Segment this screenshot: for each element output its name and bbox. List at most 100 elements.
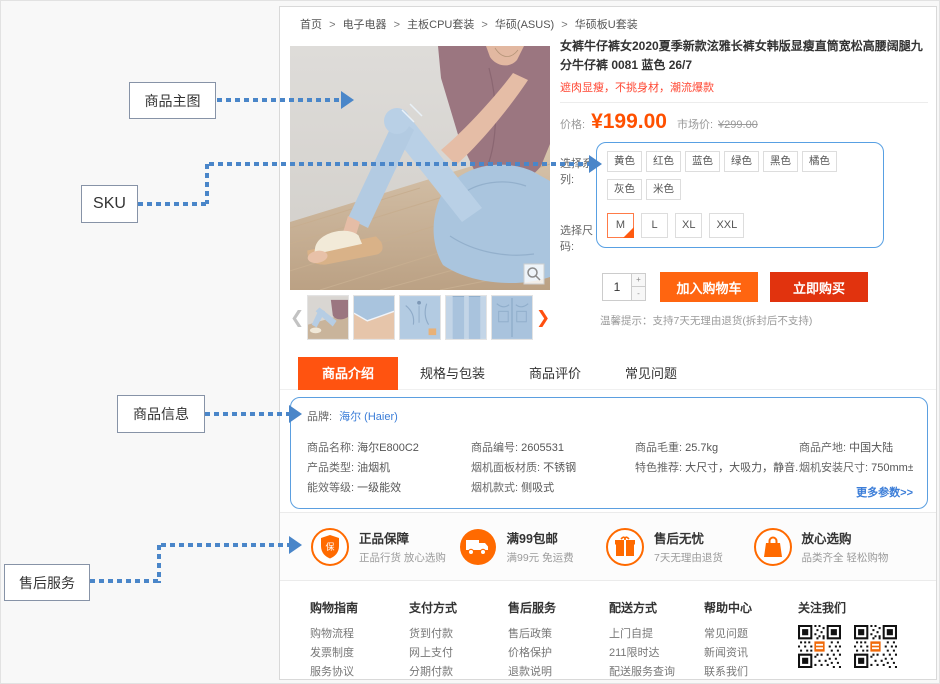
product-info-box: 品牌: 海尔 (Haier) 商品名称: 海尔E800C2产品类型: 油烟机能效… xyxy=(290,397,928,509)
thumbs-prev-icon[interactable]: ❮ xyxy=(290,295,304,340)
annotation-main-image: 商品主图 xyxy=(129,82,216,119)
footer-link[interactable]: 上门自提 xyxy=(609,625,704,644)
thumbnail-5[interactable] xyxy=(491,295,533,340)
quantity-stepper: + - xyxy=(602,273,646,301)
thumbnail-1[interactable] xyxy=(307,295,349,340)
breadcrumb-home[interactable]: 首页 xyxy=(300,19,322,31)
series-option[interactable]: 绿色 xyxy=(724,151,759,172)
product-page-panel: 首页 > 电子电器 > 主板CPU套装 > 华硕(ASUS) > 华硕板U套装 xyxy=(279,6,937,680)
footer-link[interactable]: 211限时达 xyxy=(609,644,704,663)
quantity-decrease-button[interactable]: - xyxy=(632,287,646,301)
breadcrumb-separator: > xyxy=(329,19,335,31)
breadcrumb-brand[interactable]: 华硕(ASUS) xyxy=(495,19,554,31)
selling-point: 遮肉显瘦，不挑身材，潮流爆款 xyxy=(560,79,928,95)
footer-link[interactable]: 价格保护 xyxy=(508,644,609,663)
thumbnail-2[interactable] xyxy=(353,295,395,340)
qr-code-weibo xyxy=(854,625,897,668)
breadcrumb-subcategory[interactable]: 主板CPU套装 xyxy=(407,19,474,31)
annotation-line xyxy=(209,162,589,166)
tab-specs-packaging[interactable]: 规格与包装 xyxy=(398,357,507,390)
purchase-row: + - 加入购物车 立即购买 xyxy=(602,272,928,302)
size-options: M L XL XXL xyxy=(607,209,744,254)
annotation-line xyxy=(161,543,289,547)
series-option[interactable]: 蓝色 xyxy=(685,151,720,172)
size-label: 选择尺码: xyxy=(560,209,598,254)
footer-link[interactable]: 常见问题 xyxy=(704,625,798,644)
thumbs-next-icon[interactable]: ❯ xyxy=(536,295,550,340)
footer-link[interactable]: 分期付款 xyxy=(409,663,508,682)
annotation-line xyxy=(157,545,161,583)
market-price-label: 市场价: xyxy=(677,116,713,132)
quantity-increase-button[interactable]: + xyxy=(632,273,646,287)
breadcrumb: 首页 > 电子电器 > 主板CPU套装 > 华硕(ASUS) > 华硕板U套装 xyxy=(300,16,638,32)
size-option-l[interactable]: L xyxy=(641,213,668,238)
zoom-magnifier-icon[interactable] xyxy=(524,264,544,284)
annotation-product-info: 商品信息 xyxy=(117,395,205,433)
series-option[interactable]: 灰色 xyxy=(607,179,642,200)
annotation-line xyxy=(217,98,341,102)
thumbnail-4[interactable] xyxy=(445,295,487,340)
breadcrumb-category[interactable]: 电子电器 xyxy=(343,19,387,31)
footer-link[interactable]: 发票制度 xyxy=(310,644,409,663)
service-subtitle: 7天无理由退货 xyxy=(654,550,723,565)
footer: 购物指南 购物流程发票制度服务协议会员优惠 支付方式 货到付款网上支付分期付款银… xyxy=(280,585,936,679)
footer-link[interactable]: 联系我们 xyxy=(704,663,798,682)
series-option[interactable]: 米色 xyxy=(646,179,681,200)
service-subtitle: 品类齐全 轻松购物 xyxy=(802,550,889,565)
gift-box-icon xyxy=(605,527,645,567)
buy-now-button[interactable]: 立即购买 xyxy=(770,272,868,302)
annotation-line xyxy=(205,164,209,204)
annotated-product-page: 首页 > 电子电器 > 主板CPU套装 > 华硕(ASUS) > 华硕板U套装 xyxy=(0,0,940,684)
footer-column-title: 购物指南 xyxy=(310,599,409,616)
price-band: 价格: ¥199.00 市场价: ¥299.00 xyxy=(560,102,928,140)
annotation-line xyxy=(138,202,208,206)
arrow-right-icon xyxy=(289,536,302,554)
quantity-input[interactable] xyxy=(602,273,632,301)
breadcrumb-separator: > xyxy=(394,19,400,31)
service-title: 放心选购 xyxy=(802,528,889,547)
footer-link[interactable]: 服务协议 xyxy=(310,663,409,682)
tab-product-intro[interactable]: 商品介绍 xyxy=(298,357,398,390)
price-value: ¥199.00 xyxy=(591,110,667,134)
footer-link[interactable]: 货到付款 xyxy=(409,625,508,644)
annotation-line xyxy=(90,579,160,583)
footer-column-title: 帮助中心 xyxy=(704,599,798,616)
footer-link[interactable]: 配送服务查询 xyxy=(609,663,704,682)
footer-link[interactable]: 售后政策 xyxy=(508,625,609,644)
detail-tabs: 商品介绍 规格与包装 商品评价 常见问题 xyxy=(280,357,936,390)
series-option[interactable]: 红色 xyxy=(646,151,681,172)
breadcrumb-separator: > xyxy=(481,19,487,31)
sku-selector: 选择系列: 黄色红色蓝色绿色黑色橘色灰色米色 选择尺码: M L XL XXL xyxy=(560,142,928,257)
arrow-right-icon xyxy=(589,155,602,173)
series-options: 黄色红色蓝色绿色黑色橘色灰色米色 xyxy=(607,142,849,200)
series-option[interactable]: 橘色 xyxy=(802,151,837,172)
more-params-link[interactable]: 更多参数>> xyxy=(856,484,913,500)
service-free-shipping: 满99包邮 满99元 免运费 xyxy=(458,527,606,567)
truck-icon xyxy=(458,527,498,567)
product-main-image[interactable] xyxy=(290,46,550,290)
service-after-sales: 售后无忧 7天无理由退货 xyxy=(605,527,753,567)
footer-link[interactable]: 网上支付 xyxy=(409,644,508,663)
size-option-xxl[interactable]: XXL xyxy=(709,213,744,238)
service-promises: 保 正品保障 正品行货 放心选购 满99包邮 满99元 免运费 xyxy=(280,512,936,581)
footer-link[interactable]: 购物流程 xyxy=(310,625,409,644)
footer-link[interactable]: 新闻资讯 xyxy=(704,644,798,663)
brand-label: 品牌: xyxy=(307,411,332,423)
size-option-xl[interactable]: XL xyxy=(675,213,702,238)
footer-column-title: 支付方式 xyxy=(409,599,508,616)
svg-text:保: 保 xyxy=(325,541,334,552)
size-option-m[interactable]: M xyxy=(607,213,634,238)
brand-link[interactable]: 海尔 (Haier) xyxy=(339,411,398,423)
market-price-value: ¥299.00 xyxy=(718,119,758,131)
tab-reviews[interactable]: 商品评价 xyxy=(507,357,603,390)
arrow-right-icon xyxy=(289,405,302,423)
series-option[interactable]: 黄色 xyxy=(607,151,642,172)
footer-link[interactable]: 退款说明 xyxy=(508,663,609,682)
series-option[interactable]: 黑色 xyxy=(763,151,798,172)
service-authentic: 保 正品保障 正品行货 放心选购 xyxy=(310,527,458,567)
shopping-bag-icon xyxy=(753,527,793,567)
add-to-cart-button[interactable]: 加入购物车 xyxy=(660,272,758,302)
thumbnail-3[interactable] xyxy=(399,295,441,340)
thumbnail-strip: ❮ xyxy=(290,295,550,340)
tab-faq[interactable]: 常见问题 xyxy=(603,357,699,390)
